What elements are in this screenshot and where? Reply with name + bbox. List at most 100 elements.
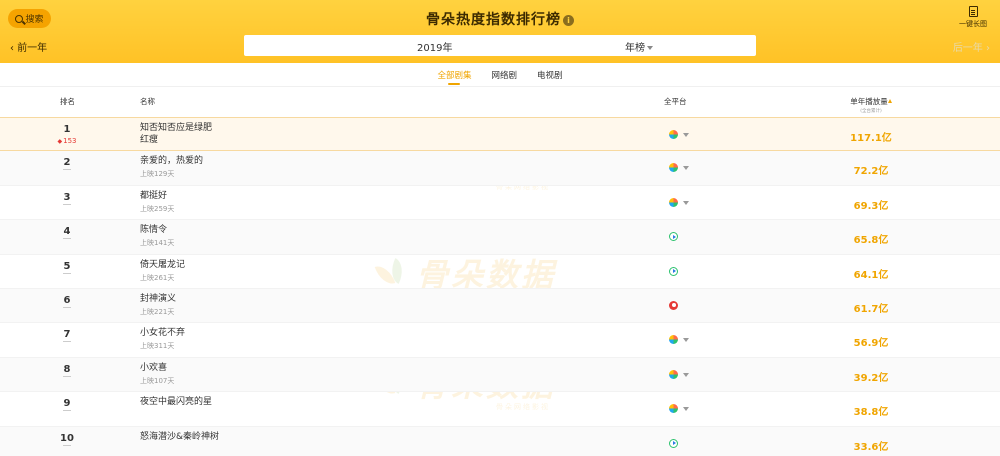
days-on-air: 上映259天	[140, 204, 175, 213]
rank-number: 5	[55, 261, 79, 274]
column-header-plays-label: 单年播放量	[850, 97, 888, 106]
days-on-air: 上映141天	[140, 239, 175, 248]
table-row[interactable]: 3 都挺好上映259天 69.3亿	[0, 186, 1000, 221]
days-on-air: 上映129天	[140, 170, 175, 179]
info-icon[interactable]: i	[563, 15, 574, 26]
annual-plays: 69.3亿	[853, 200, 889, 212]
rank-number-text: 9	[63, 398, 71, 410]
rank-number-text: 7	[63, 329, 71, 341]
tab-all-dramas[interactable]: 全部剧集	[437, 63, 471, 85]
days-on-air: 上映261天	[140, 273, 175, 282]
next-year-button[interactable]: 后一年 ›	[953, 39, 990, 54]
drama-title[interactable]: 知否知否应是绿肥红瘦	[140, 122, 220, 146]
drama-title[interactable]: 都挺好	[140, 190, 167, 202]
rank-underline	[63, 341, 71, 343]
period-select[interactable]: 年榜	[625, 39, 653, 54]
tab-web-dramas[interactable]: 网络剧	[491, 63, 517, 85]
longshot-button[interactable]: 一键长图	[956, 6, 990, 29]
table-row[interactable]: 7 小女花不弃 上映311天 56.9亿	[0, 323, 1000, 358]
column-header-platform: 全平台	[664, 97, 687, 106]
rank-number-text: 8	[63, 363, 71, 375]
tencent-video-icon[interactable]	[669, 232, 678, 242]
year-select[interactable]: 2019年	[417, 39, 452, 54]
drama-title[interactable]: 封神演义	[140, 293, 176, 305]
rank-underline	[63, 444, 71, 446]
annual-plays: 65.8亿	[853, 235, 889, 247]
days-on-air: 上映311天	[140, 342, 175, 351]
table-row[interactable]: 8 小欢喜上映107天 39.2亿	[0, 357, 1000, 393]
days-on-air: 上映221天	[140, 307, 175, 316]
annual-plays: 38.8亿	[853, 407, 889, 419]
drama-title[interactable]: 小女花不弃	[140, 327, 185, 339]
rank-number: 2	[55, 157, 79, 171]
drama-title[interactable]: 小欢喜	[140, 362, 167, 374]
youku-icon[interactable]	[669, 300, 678, 310]
rank-number: 3	[55, 192, 79, 205]
table-row[interactable]: 2 亲爱的，热爱的 上映129天 72.2亿	[0, 151, 1000, 186]
column-header-plays[interactable]: 单年播放量	[840, 96, 902, 107]
caret-down-icon[interactable]	[683, 372, 689, 377]
caret-down-icon[interactable]	[683, 166, 689, 171]
drama-title[interactable]: 陈情令	[140, 224, 167, 236]
tencent-video-icon[interactable]	[669, 266, 678, 276]
tencent-video-icon[interactable]	[669, 438, 678, 448]
rank-underline	[63, 375, 71, 377]
period-select-value: 年榜	[625, 43, 645, 54]
column-header-plays-unit: (全台累计)	[860, 109, 882, 114]
annual-plays: 39.2亿	[853, 372, 889, 384]
rank-underline	[63, 169, 71, 171]
prev-year-button[interactable]: ‹ 前一年	[10, 39, 47, 54]
drama-title[interactable]: 怒海潜沙&秦岭神树	[140, 431, 220, 443]
iqiyi-icon[interactable]	[669, 163, 678, 173]
table-row[interactable]: 9 夜空中最闪亮的星 38.8亿	[0, 392, 1000, 427]
caret-down-icon	[647, 46, 653, 50]
annual-plays: 33.6亿	[853, 441, 889, 453]
rank-number: 6	[55, 295, 79, 308]
column-header-rank: 排名	[60, 97, 75, 106]
next-year-label: 后一年	[952, 43, 983, 54]
caret-down-icon[interactable]	[683, 200, 689, 205]
table-row[interactable]: 1 153 知否知否应是绿肥红瘦 117.1亿	[0, 117, 1000, 152]
table-row[interactable]: 5 倚天屠龙记 上映261天 64.1亿	[0, 255, 1000, 289]
rank-number-text: 5	[63, 260, 71, 272]
annual-plays: 117.1亿	[850, 133, 892, 144]
rank-underline	[63, 306, 71, 308]
table-row[interactable]: 10 怒海潜沙&秦岭神树 33.6亿	[0, 426, 1000, 456]
column-header-name: 名称	[140, 97, 155, 106]
iqiyi-icon[interactable]	[669, 335, 678, 345]
annual-plays: 72.2亿	[853, 166, 889, 178]
drama-title[interactable]: 倚天屠龙记	[140, 259, 185, 271]
drama-title[interactable]: 夜空中最闪亮的星	[140, 396, 220, 408]
iqiyi-icon[interactable]	[669, 404, 678, 414]
category-tabs: 全部剧集 网络剧 电视剧	[0, 63, 1000, 85]
rank-number: 9	[55, 398, 79, 412]
rank-number-text: 6	[63, 294, 71, 306]
chevron-right-icon: ›	[982, 43, 990, 54]
tab-tv-dramas[interactable]: 电视剧	[537, 63, 563, 85]
rank-number-text: 2	[63, 157, 71, 169]
app-header: 搜索 骨朵热度指数排行榜 i 一键长图 ‹ 前一年 2019年 年榜 后一年 ›	[0, 0, 1000, 63]
caret-down-icon[interactable]	[683, 407, 689, 412]
sort-icon	[887, 99, 892, 103]
rank-number: 1	[55, 124, 79, 135]
caret-down-icon[interactable]	[683, 338, 689, 343]
caret-down-icon[interactable]	[683, 133, 689, 137]
page-title: 骨朵热度指数排行榜 i	[0, 9, 1000, 29]
rank-underline	[63, 272, 71, 274]
iqiyi-icon[interactable]	[669, 369, 678, 379]
rank-number-text: 3	[63, 191, 71, 203]
table-row[interactable]: 4 陈情令上映141天 65.8亿	[0, 220, 1000, 255]
rank-underline	[63, 410, 71, 412]
drama-title[interactable]: 亲爱的，热爱的	[140, 155, 203, 167]
rank-number: 10	[55, 433, 79, 446]
iqiyi-icon[interactable]	[669, 197, 678, 207]
rank-underline	[63, 238, 71, 240]
table-row[interactable]: 6 封神演义 上映221天 61.7亿	[0, 288, 1000, 324]
rank-number: 7	[55, 329, 79, 343]
rank-number-text: 4	[63, 226, 71, 238]
period-selector-bar: 2019年 年榜	[244, 35, 756, 56]
days-on-air: 上映107天	[140, 376, 175, 385]
prev-year-label: 前一年	[17, 43, 48, 54]
rank-change-up: 153	[54, 137, 80, 145]
iqiyi-icon[interactable]	[669, 130, 678, 139]
